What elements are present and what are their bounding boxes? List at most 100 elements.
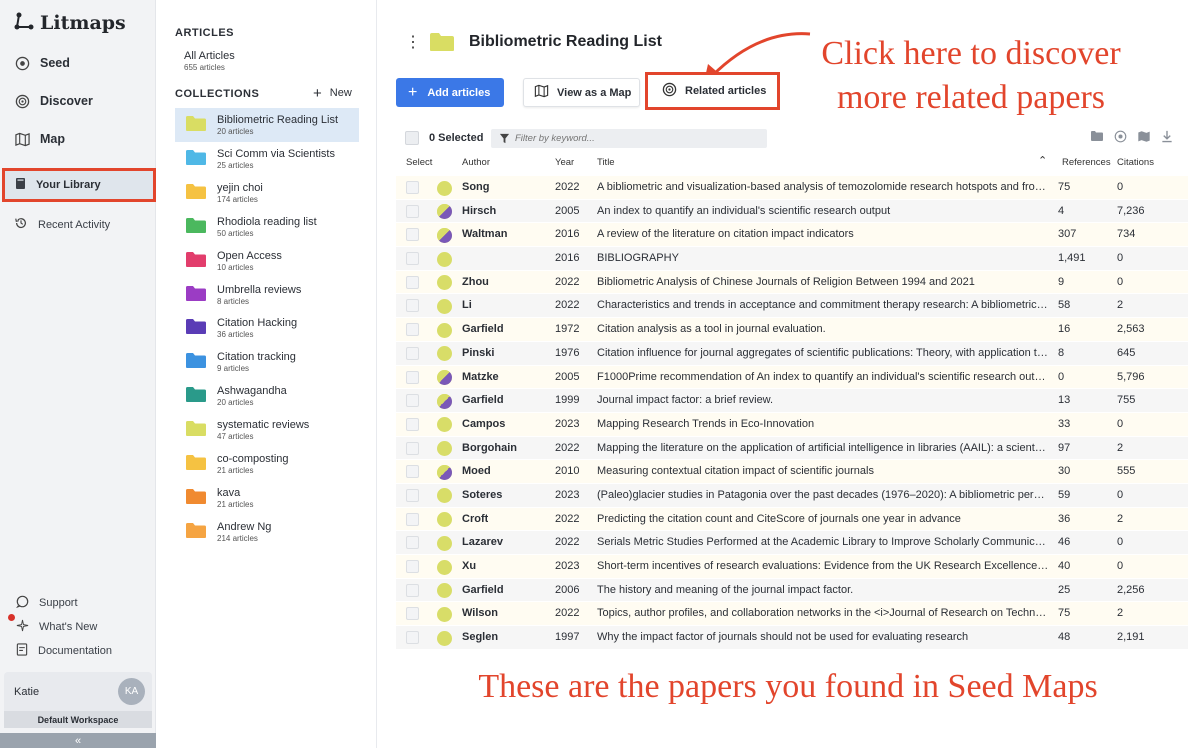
collapse-sidebar-button[interactable]: «	[0, 733, 156, 748]
column-title[interactable]: Title	[597, 157, 615, 168]
nav-discover[interactable]: Discover	[14, 93, 93, 109]
cell-title[interactable]: Mapping the literature on the applicatio…	[597, 442, 1049, 454]
row-checkbox[interactable]	[406, 394, 419, 408]
cell-title[interactable]: A bibliometric and visualization-based a…	[597, 181, 1049, 193]
row-checkbox[interactable]	[406, 536, 419, 550]
nav-map[interactable]: Map	[14, 131, 65, 147]
collection-item[interactable]: yejin choi 174 articles	[175, 176, 359, 210]
table-row[interactable]: Zhou 2022 Bibliometric Analysis of Chinese…	[396, 270, 1188, 295]
row-checkbox[interactable]	[406, 228, 419, 242]
table-row[interactable]: Moed 2010 Measuring contextual citation im…	[396, 460, 1188, 484]
new-collection-button[interactable]: + New	[313, 86, 352, 101]
table-row[interactable]: Garfield 2006 The history and meaning of t…	[396, 578, 1188, 603]
column-citations[interactable]: Citations	[1117, 157, 1154, 168]
row-checkbox[interactable]	[406, 204, 419, 218]
folder-icon[interactable]	[1090, 130, 1104, 146]
nav-recent-activity[interactable]: Recent Activity	[14, 216, 110, 233]
table-row[interactable]: 2016 BIBLIOGRAPHY 1,491 0	[396, 247, 1188, 271]
table-row[interactable]: Li 2022 Characteristics and trends in acce…	[396, 294, 1188, 319]
column-references[interactable]: References	[1062, 157, 1111, 168]
collection-item[interactable]: Sci Comm via Scientists 25 articles	[175, 142, 359, 176]
cell-title[interactable]: Citation analysis as a tool in journal e…	[597, 323, 1049, 335]
collection-item[interactable]: Citation tracking 9 articles	[175, 345, 359, 379]
row-checkbox[interactable]	[406, 631, 419, 645]
cell-title[interactable]: A review of the literature on citation i…	[597, 228, 1049, 240]
nav-seed[interactable]: Seed	[14, 55, 70, 71]
row-checkbox[interactable]	[406, 441, 419, 455]
all-articles-item[interactable]: All Articles 655 articles	[184, 50, 235, 72]
table-row[interactable]: Matzke 2005 F1000Prime recommendation of A…	[396, 365, 1188, 390]
row-checkbox[interactable]	[406, 181, 419, 194]
table-row[interactable]: Pinski 1976 Citation influence for journal…	[396, 341, 1188, 366]
row-checkbox[interactable]	[406, 465, 419, 479]
row-checkbox[interactable]	[406, 583, 419, 597]
table-row[interactable]: Croft 2022 Predicting the citation count a…	[396, 507, 1188, 532]
whats-new-link[interactable]: What's New	[16, 619, 97, 635]
table-row[interactable]: Seglen 1997 Why the impact factor of journ…	[396, 626, 1188, 650]
cell-title[interactable]: Journal impact factor: a brief review.	[597, 394, 1049, 406]
cell-title[interactable]: Predicting the citation count and CiteSc…	[597, 513, 1049, 525]
download-icon[interactable]	[1161, 130, 1173, 146]
row-checkbox[interactable]	[406, 323, 419, 337]
row-checkbox[interactable]	[406, 488, 419, 502]
cell-title[interactable]: Serials Metric Studies Performed at the …	[597, 536, 1049, 548]
cell-title[interactable]: F1000Prime recommendation of An index to…	[597, 371, 1049, 383]
row-checkbox[interactable]	[406, 252, 419, 266]
cell-title[interactable]: Mapping Research Trends in Eco-Innovatio…	[597, 418, 1049, 430]
view-as-map-button[interactable]: View as a Map	[523, 78, 640, 107]
collection-item[interactable]: Rhodiola reading list 50 articles	[175, 210, 359, 244]
column-year[interactable]: Year	[555, 157, 574, 168]
cell-title[interactable]: The history and meaning of the journal i…	[597, 584, 1049, 596]
cell-title[interactable]: Short-term incentives of research evalua…	[597, 560, 1049, 572]
table-row[interactable]: Garfield 1999 Journal impact factor: a bri…	[396, 389, 1188, 413]
row-checkbox[interactable]	[406, 370, 419, 384]
table-row[interactable]: Lazarev 2022 Serials Metric Studies Perfor…	[396, 531, 1188, 555]
row-checkbox[interactable]	[406, 346, 419, 360]
cell-title[interactable]: Characteristics and trends in acceptance…	[597, 299, 1049, 311]
table-row[interactable]: Song 2022 A bibliometric and visualization…	[396, 176, 1188, 200]
nav-your-library[interactable]: Your Library	[2, 168, 156, 202]
collection-item[interactable]: Open Access 10 articles	[175, 244, 359, 278]
row-checkbox[interactable]	[406, 607, 419, 621]
collection-item[interactable]: co-composting 21 articles	[175, 447, 359, 481]
collection-item[interactable]: Andrew Ng 214 articles	[175, 515, 359, 549]
table-row[interactable]: Borgohain 2022 Mapping the literature on t…	[396, 436, 1188, 461]
map-icon[interactable]	[1137, 130, 1151, 146]
table-row[interactable]: Wilson 2022 Topics, author profiles, and c…	[396, 602, 1188, 627]
support-link[interactable]: Support	[16, 595, 78, 611]
row-checkbox[interactable]	[406, 299, 419, 313]
collection-item[interactable]: Bibliometric Reading List 20 articles	[175, 108, 359, 142]
row-checkbox[interactable]	[406, 275, 419, 289]
avatar[interactable]: KA	[118, 678, 145, 705]
cell-title[interactable]: An index to quantify an individual's sci…	[597, 205, 1049, 217]
workspace-selector[interactable]: Default Workspace	[4, 711, 152, 728]
collection-item[interactable]: Umbrella reviews 8 articles	[175, 278, 359, 312]
table-row[interactable]: Soteres 2023 (Paleo)glacier studies in Pat…	[396, 483, 1188, 508]
cell-title[interactable]: Measuring contextual citation impact of …	[597, 465, 1049, 477]
collection-item[interactable]: kava 21 articles	[175, 481, 359, 515]
cell-title[interactable]: (Paleo)glacier studies in Patagonia over…	[597, 489, 1049, 501]
cell-title[interactable]: Topics, author profiles, and collaborati…	[597, 607, 1049, 619]
collection-item[interactable]: Ashwagandha 20 articles	[175, 379, 359, 413]
row-checkbox[interactable]	[406, 512, 419, 526]
cell-title[interactable]: BIBLIOGRAPHY	[597, 252, 1049, 264]
table-row[interactable]: Garfield 1972 Citation analysis as a tool …	[396, 318, 1188, 342]
logo[interactable]: Litmaps	[14, 11, 126, 34]
row-checkbox[interactable]	[406, 560, 419, 573]
filter-input[interactable]	[491, 129, 767, 148]
add-articles-button[interactable]: + Add articles	[396, 78, 504, 107]
related-articles-button[interactable]: Related articles	[645, 72, 780, 110]
sort-chevron-up-icon[interactable]: ⌃	[1038, 154, 1047, 167]
documentation-link[interactable]: Documentation	[16, 643, 112, 659]
cell-title[interactable]: Citation influence for journal aggregate…	[597, 347, 1049, 359]
table-row[interactable]: Waltman 2016 A review of the literature on…	[396, 223, 1188, 248]
collection-item[interactable]: systematic reviews 47 articles	[175, 413, 359, 447]
discover-icon[interactable]	[1114, 130, 1127, 146]
cell-title[interactable]: Bibliometric Analysis of Chinese Journal…	[597, 276, 1049, 288]
more-options-icon[interactable]: ⋮	[405, 32, 421, 52]
table-row[interactable]: Hirsch 2005 An index to quantify an indivi…	[396, 199, 1188, 224]
select-all-checkbox[interactable]	[405, 131, 419, 145]
collection-item[interactable]: Citation Hacking 36 articles	[175, 311, 359, 345]
column-author[interactable]: Author	[462, 157, 490, 168]
table-row[interactable]: Campos 2023 Mapping Research Trends in Eco…	[396, 412, 1188, 437]
